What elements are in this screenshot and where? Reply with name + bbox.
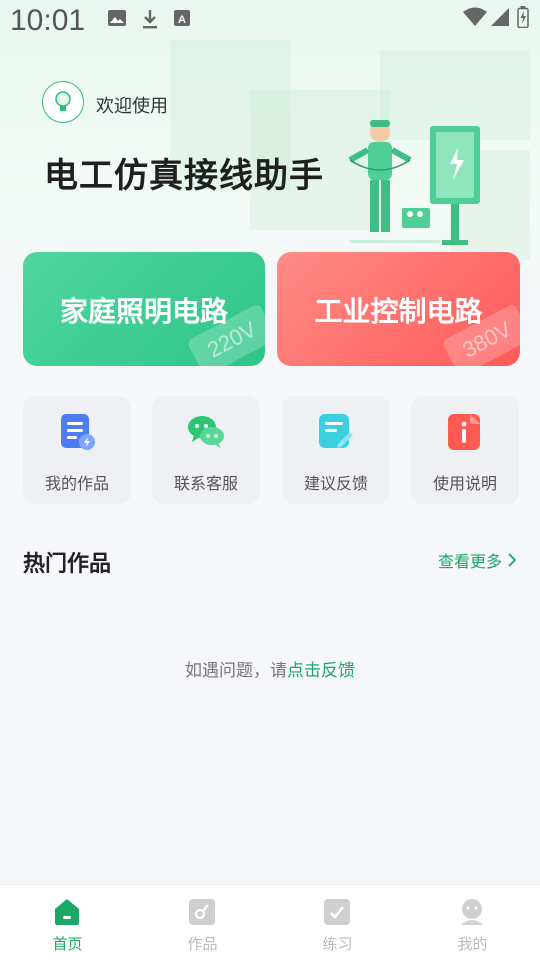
bulb-icon: [55, 91, 71, 111]
home-lighting-card[interactable]: 家庭照明电路 220V: [23, 252, 265, 366]
wifi-icon: [462, 7, 488, 31]
electrician-illustration: [348, 120, 480, 245]
bottom-tab-bar: 首页 作品 练习 我的: [0, 884, 540, 960]
info-icon: [448, 414, 480, 450]
a-icon: A: [173, 8, 191, 32]
industrial-control-card[interactable]: 工业控制电路 380V: [277, 252, 520, 366]
status-time: 10:01: [10, 4, 86, 37]
battery-icon: [517, 6, 529, 32]
tab-practice-label: 练习: [322, 935, 353, 953]
document-icon: [61, 414, 95, 450]
contact-service-button[interactable]: 联系客服: [152, 396, 260, 504]
contact-service-label: 联系客服: [173, 474, 238, 493]
home-icon: [55, 899, 79, 925]
suggestion-feedback-button[interactable]: 建议反馈: [282, 396, 390, 504]
tab-works-label: 作品: [187, 935, 218, 953]
see-more-link[interactable]: 查看更多: [438, 548, 518, 572]
usage-guide-button[interactable]: 使用说明: [411, 396, 519, 504]
edit-icon: [319, 414, 353, 448]
download-icon: [140, 8, 160, 34]
tab-practice[interactable]: 练习: [270, 885, 405, 960]
practice-icon: [324, 899, 350, 925]
chat-icon: [188, 416, 224, 448]
tab-home-label: 首页: [52, 935, 83, 953]
my-works-button[interactable]: 我的作品: [23, 396, 131, 504]
feedback-prefix: 如遇问题，请: [185, 661, 287, 681]
image-icon: [107, 8, 127, 32]
tab-profile-label: 我的: [457, 935, 488, 953]
profile-icon: [461, 899, 483, 925]
works-icon: [189, 899, 215, 925]
svg-text:A: A: [178, 14, 186, 26]
tab-home[interactable]: 首页: [0, 885, 135, 960]
feedback-link[interactable]: 点击反馈: [287, 661, 355, 681]
tab-profile[interactable]: 我的: [405, 885, 540, 960]
signal-icon: [490, 7, 510, 31]
app-logo: [42, 81, 84, 123]
see-more-label: 查看更多: [437, 552, 502, 571]
status-bar: 10:01 A: [0, 0, 540, 44]
hot-works-title: 热门作品: [23, 552, 112, 577]
welcome-text: 欢迎使用: [96, 96, 168, 117]
suggestion-feedback-label: 建议反馈: [303, 474, 368, 493]
page-title: 电工仿真接线助手: [44, 156, 324, 196]
my-works-label: 我的作品: [44, 474, 109, 493]
chevron-right-icon: [508, 553, 517, 567]
tab-works[interactable]: 作品: [135, 885, 270, 960]
feedback-hint: 如遇问题，请点击反馈: [0, 656, 540, 681]
usage-guide-label: 使用说明: [432, 474, 497, 493]
